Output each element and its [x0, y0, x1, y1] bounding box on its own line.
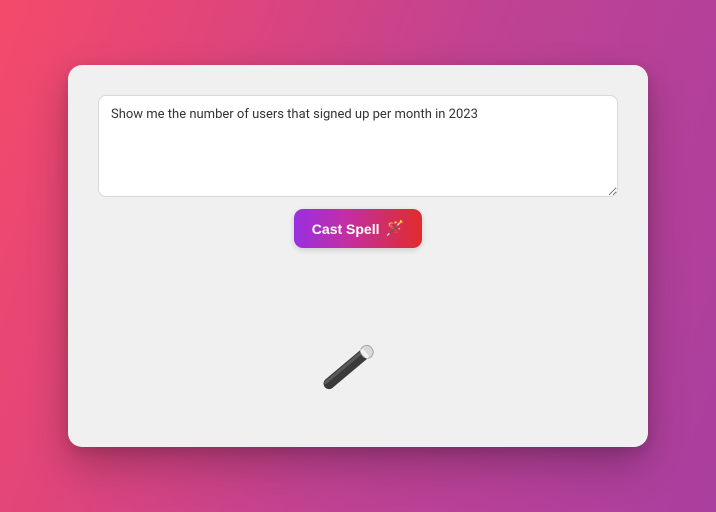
wand-icon: 🪄 [386, 221, 405, 236]
cast-spell-button[interactable]: Cast Spell 🪄 [294, 209, 422, 248]
cast-spell-label: Cast Spell [312, 221, 380, 237]
card-container: Cast Spell 🪄 [68, 65, 648, 447]
query-input[interactable] [98, 95, 618, 197]
magic-wand-icon [323, 333, 393, 403]
wand-illustration-area [98, 248, 618, 427]
